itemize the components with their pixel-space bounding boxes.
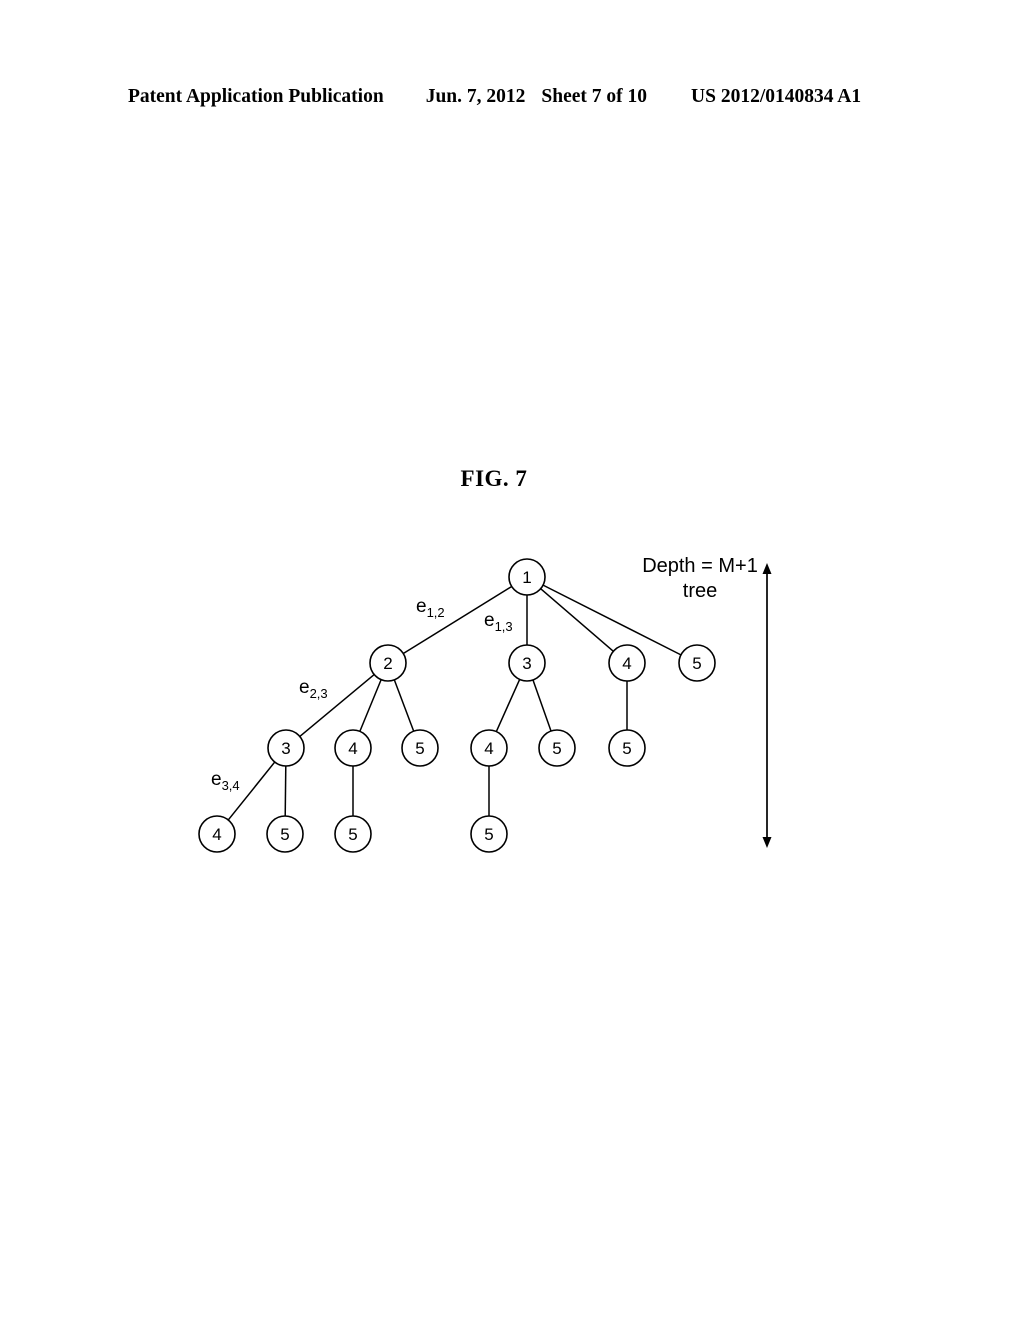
tree-diagram-canvas: 12 3 4 53 4 5 4 5 54 5 5 5 e1,2 e1,3e2,3e3,4 Depth =… — [198, 555, 772, 853]
node-label: 5 — [552, 739, 561, 758]
node-label: 5 — [622, 739, 631, 758]
tree-node[interactable]: 1 — [508, 558, 546, 596]
tree-node[interactable]: 4 — [608, 644, 646, 682]
tree-node[interactable]: 3 — [508, 644, 546, 682]
node-label: 4 — [348, 739, 357, 758]
tree-edge — [359, 679, 382, 732]
edge-label-subscript: 3,4 — [222, 778, 240, 793]
edge-label-subscript: 1,3 — [495, 619, 513, 634]
tree-node[interactable]: 4 — [334, 729, 372, 767]
tree-edge — [542, 584, 682, 656]
edge-label-e13: e1,3 — [484, 610, 513, 634]
edge-label-base: e — [416, 596, 427, 617]
edge-label-subscript: 1,2 — [427, 605, 445, 620]
tree-node[interactable]: 5 — [608, 729, 646, 767]
depth-annotation-line2: tree — [683, 580, 717, 602]
node-label: 5 — [348, 825, 357, 844]
tree-node[interactable]: 5 — [470, 815, 508, 853]
node-label: 4 — [484, 739, 493, 758]
tree-edge — [299, 673, 375, 738]
node-label: 5 — [280, 825, 289, 844]
node-label: 3 — [281, 739, 290, 758]
tree-node[interactable]: 5 — [678, 644, 716, 682]
depth-annotation-group: Depth = M+1 tree — [642, 555, 772, 848]
tree-edge — [284, 765, 287, 817]
node-label: 1 — [522, 568, 531, 587]
tree-node[interactable]: 4 — [470, 729, 508, 767]
edge-label-base: e — [484, 610, 495, 631]
depth-arrow-head-up — [762, 563, 772, 574]
node-label: 5 — [415, 739, 424, 758]
tree-diagram: 123453454554555 e1,2 e1,3 e2,3 e3,4 Depth =… — [0, 0, 1024, 1320]
tree-node[interactable]: 4 — [198, 815, 236, 853]
node-label: 3 — [522, 654, 531, 673]
node-label: 5 — [484, 825, 493, 844]
tree-node[interactable]: 2 — [369, 644, 407, 682]
edge-label-subscript: 2,3 — [310, 686, 328, 701]
node-label: 4 — [622, 654, 631, 673]
node-label: 4 — [212, 825, 221, 844]
edge-label-e23: e2,3 — [299, 677, 328, 701]
edge-label-base: e — [299, 677, 310, 698]
tree-node[interactable]: 3 — [267, 729, 305, 767]
tree-node[interactable]: 5 — [538, 729, 576, 767]
depth-arrow-head-down — [762, 837, 772, 848]
tree-nodes-group: 1 2 3 4 5 3 4 5 4 5 5 4 5 5 5 — [198, 558, 716, 853]
tree-node[interactable]: 5 — [334, 815, 372, 853]
tree-node[interactable]: 5 — [401, 729, 439, 767]
node-label: 2 — [383, 654, 392, 673]
tree-edges-group — [227, 584, 682, 821]
tree-edge — [495, 679, 521, 732]
tree-edge — [540, 588, 614, 652]
edge-label-e34: e3,4 — [211, 769, 240, 793]
depth-annotation-line1: Depth = M+1 — [642, 555, 758, 577]
edge-label-e12: e1,2 — [416, 596, 445, 620]
edge-label-base: e — [211, 769, 222, 790]
tree-node[interactable]: 5 — [266, 815, 304, 853]
tree-edge — [532, 679, 552, 732]
node-label: 5 — [692, 654, 701, 673]
tree-edge — [393, 679, 415, 732]
